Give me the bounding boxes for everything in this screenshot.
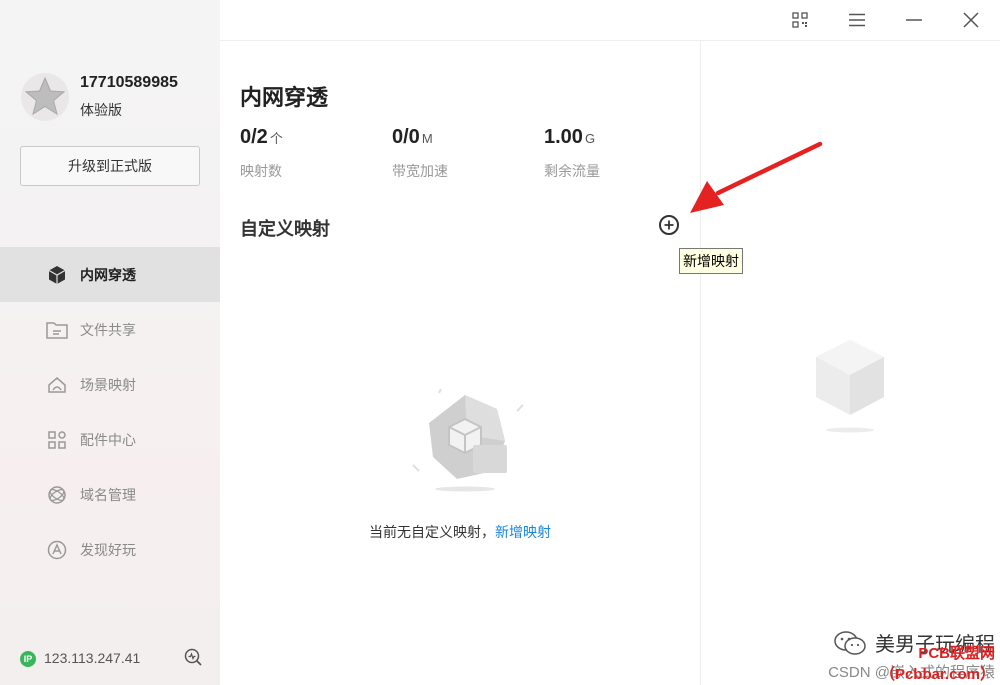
- empty-state-illustration: [412, 388, 524, 492]
- minimize-icon[interactable]: [902, 8, 926, 32]
- stat-value: 0/2: [240, 126, 268, 148]
- stat-mapping-count: 0/2 个 映射数: [240, 126, 283, 181]
- qr-code-icon[interactable]: [788, 8, 812, 32]
- sidebar-nav: 内网穿透 文件共享 场景映射 配件中心 域名管理 发现好玩: [0, 247, 220, 577]
- ip-address: 123.113.247.41: [44, 650, 141, 666]
- sidebar-item-label: 文件共享: [80, 321, 136, 338]
- page-title: 内网穿透: [240, 85, 329, 110]
- upgrade-button[interactable]: 升级到正式版: [20, 146, 200, 186]
- add-mapping-button[interactable]: [659, 215, 679, 235]
- sidebar-item-label: 内网穿透: [80, 266, 136, 283]
- stat-label: 映射数: [240, 163, 282, 179]
- network-check-icon[interactable]: [183, 647, 203, 667]
- sidebar-item-file-share[interactable]: 文件共享: [0, 302, 220, 357]
- sidebar-item-label: 发现好玩: [80, 541, 136, 558]
- sidebar-item-label: 域名管理: [80, 486, 136, 503]
- sidebar-item-label: 配件中心: [80, 431, 136, 448]
- sidebar-item-accessory-center[interactable]: 配件中心: [0, 412, 220, 467]
- topbar-divider: [220, 40, 1000, 41]
- user-phone: 17710589985: [80, 74, 178, 91]
- add-mapping-link[interactable]: 新增映射: [495, 524, 551, 540]
- red-arrow-annotation: [690, 141, 823, 213]
- sidebar-item-domain-management[interactable]: 域名管理: [0, 467, 220, 522]
- stat-value: 0/0: [392, 126, 420, 148]
- domain-icon: [46, 484, 68, 506]
- stat-label: 剩余流量: [544, 163, 600, 179]
- user-plan: 体验版: [80, 102, 122, 118]
- sidebar-item-label: 场景映射: [80, 376, 136, 393]
- stat-unit: 个: [269, 131, 283, 146]
- plus-icon: [664, 220, 674, 230]
- scene-map-icon: [46, 374, 68, 396]
- folder-share-icon: [46, 319, 68, 341]
- section-title-custom-mapping: 自定义映射: [240, 219, 330, 239]
- stat-unit: M: [421, 131, 433, 146]
- stat-bandwidth: 0/0 M 带宽加速: [392, 126, 448, 181]
- star-avatar-icon: [21, 73, 69, 121]
- sidebar: 17710589985 体验版 升级到正式版 内网穿透 文件共享 场景映射 配件…: [0, 0, 220, 685]
- close-icon[interactable]: [959, 8, 983, 32]
- empty-state-message: 当前无自定义映射，: [369, 524, 495, 540]
- menu-icon[interactable]: [845, 8, 869, 32]
- apps-grid-icon: [46, 429, 68, 451]
- sidebar-item-scene-mapping[interactable]: 场景映射: [0, 357, 220, 412]
- stat-value: 1.00: [544, 126, 583, 148]
- discover-icon: [46, 539, 68, 561]
- cube-icon: [46, 264, 68, 286]
- add-mapping-tooltip: 新增映射: [679, 248, 743, 274]
- sidebar-item-discover[interactable]: 发现好玩: [0, 522, 220, 577]
- watermark: 美男子玩编程 CSDN @嵌入式的程序猿 PCB联盟网（Pcbbar.com）: [828, 628, 995, 683]
- right-panel-cube-illustration: [816, 340, 884, 433]
- stat-label: 带宽加速: [392, 163, 448, 179]
- watermark-line2: CSDN @嵌入式的程序猿 PCB联盟网（Pcbbar.com）: [828, 645, 995, 683]
- ip-badge-icon: IP: [20, 651, 36, 667]
- empty-state-text: 当前无自定义映射，新增映射: [369, 522, 551, 542]
- panel-divider: [700, 41, 701, 685]
- watermark-pcbbar: PCB联盟网（Pcbbar.com）: [879, 645, 995, 683]
- sidebar-item-intranet-penetration[interactable]: 内网穿透: [0, 247, 220, 302]
- stat-remaining-traffic: 1.00 G 剩余流量: [544, 126, 600, 181]
- stat-unit: G: [584, 131, 596, 146]
